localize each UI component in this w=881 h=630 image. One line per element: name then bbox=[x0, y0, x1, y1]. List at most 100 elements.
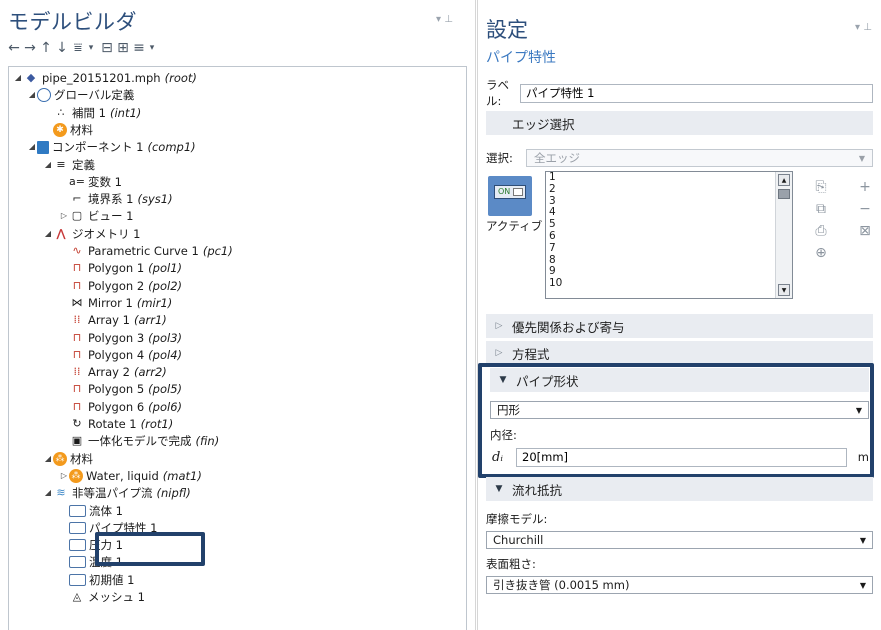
edge-list-item[interactable]: 2 bbox=[549, 183, 562, 196]
node-array-2[interactable]: ⁞⁞ Array 2 (arr2) bbox=[59, 364, 167, 380]
collapse-arrow-icon[interactable]: ◢ bbox=[13, 70, 23, 86]
settings-subtitle: パイプ特性 bbox=[486, 50, 556, 66]
node-polygon-2[interactable]: ⊓ Polygon 2 (pol2) bbox=[59, 278, 182, 294]
add-icon[interactable]: + bbox=[856, 176, 874, 198]
edge-list-item[interactable]: 7 bbox=[549, 242, 562, 255]
zoom-to-selection-icon[interactable]: ⊕ bbox=[812, 242, 830, 264]
node-water-liquid[interactable]: ▷ ⁂ Water, liquid (mat1) bbox=[59, 468, 202, 484]
node-global-definitions[interactable]: ◢ グローバル定義 bbox=[27, 87, 138, 103]
move-up-icon[interactable]: ↑ bbox=[40, 40, 52, 56]
expand-arrow-icon[interactable]: ▷ bbox=[59, 468, 69, 484]
collapse-arrow-icon[interactable]: ◢ bbox=[27, 87, 37, 103]
section-edge-selection[interactable]: エッジ選択 bbox=[486, 111, 873, 135]
edge-list-item[interactable]: 6 bbox=[549, 230, 562, 243]
collapse-arrow-icon[interactable]: ◢ bbox=[43, 485, 53, 501]
paste-selection-icon[interactable]: ⎘ bbox=[812, 176, 830, 198]
tree-node-tag: (nipfl) bbox=[156, 486, 191, 501]
node-global-materials[interactable]: ✱ 材料 bbox=[43, 122, 97, 138]
section-priority[interactable]: ▷ 優先関係および寄与 bbox=[486, 314, 873, 338]
surface-roughness-value: 引き抜き管 (0.0015 mm) bbox=[493, 578, 630, 592]
tree-node-tag: (pol5) bbox=[148, 382, 182, 397]
expand-arrow-icon[interactable]: ▷ bbox=[59, 208, 69, 224]
collapse-icon: ▼ bbox=[499, 375, 507, 385]
node-root[interactable]: ◢ ◆ pipe_20151201.mph (root) bbox=[13, 70, 197, 86]
node-parametric-curve[interactable]: ∿ Parametric Curve 1 (pc1) bbox=[59, 243, 232, 259]
edge-listbox[interactable]: 1 2 3 4 5 6 7 8 9 10 ▲ ▼ bbox=[545, 171, 793, 299]
inner-diameter-input[interactable] bbox=[516, 447, 847, 467]
tree-node-label: 材料 bbox=[70, 451, 93, 466]
node-geometry[interactable]: ◢ ⋀ ジオメトリ 1 bbox=[43, 226, 144, 242]
tree-node-tag: (fin) bbox=[195, 434, 220, 449]
node-interpolation[interactable]: ∴ 補間 1 (int1) bbox=[43, 105, 142, 121]
collapse-arrow-icon[interactable]: ◢ bbox=[43, 226, 53, 242]
pane-menu-icon[interactable]: ▾ ⊥ bbox=[436, 14, 453, 25]
polygon-icon: ⊓ bbox=[72, 347, 82, 361]
polygon-icon: ⊓ bbox=[72, 382, 82, 396]
tree-node-tag: (comp1) bbox=[147, 140, 196, 155]
back-arrow-icon[interactable]: ← bbox=[8, 40, 20, 56]
collapse-arrow-icon[interactable]: ◢ bbox=[27, 139, 37, 155]
node-component[interactable]: ◢ コンポーネント 1 (comp1) bbox=[27, 139, 196, 155]
node-definitions[interactable]: ◢ ≡ 定義 bbox=[43, 157, 99, 173]
list-view-icon[interactable]: ≡ bbox=[133, 40, 145, 56]
remove-icon[interactable]: − bbox=[856, 198, 874, 220]
clear-selection-icon[interactable]: ⊠ bbox=[856, 220, 874, 242]
node-polygon-1[interactable]: ⊓ Polygon 1 (pol1) bbox=[59, 260, 182, 276]
label-input[interactable] bbox=[520, 83, 873, 103]
section-equation[interactable]: ▷ 方程式 bbox=[486, 341, 873, 365]
copy-selection-icon[interactable]: ⧉ bbox=[812, 198, 830, 220]
rotate-icon: ↻ bbox=[72, 417, 82, 430]
selected-node-highlight bbox=[95, 532, 205, 566]
forward-arrow-icon[interactable]: → bbox=[24, 40, 36, 56]
node-variables[interactable]: a= 変数 1 bbox=[59, 174, 126, 190]
node-initial-values[interactable]: 初期値 1 bbox=[59, 572, 138, 588]
collapse-arrow-icon[interactable]: ◢ bbox=[43, 451, 53, 467]
clipboard-icon[interactable]: ⎙ bbox=[812, 220, 830, 242]
expand-all-icon[interactable]: ⊞ bbox=[117, 40, 129, 56]
tree-node-label: ジオメトリ 1 bbox=[72, 226, 141, 241]
section-flow-resistance[interactable]: ▼ 流れ抵抗 bbox=[486, 477, 873, 501]
move-down-icon[interactable]: ↓ bbox=[56, 40, 68, 56]
scroll-thumb[interactable] bbox=[778, 189, 790, 199]
node-form-union[interactable]: ▣ 一体化モデルで完成 (fin) bbox=[59, 433, 219, 449]
edge-list-item[interactable]: 10 bbox=[549, 277, 562, 290]
list-view-dropdown-icon[interactable]: ▾ bbox=[146, 43, 158, 53]
selection-combo[interactable]: 全エッジ ▼ bbox=[526, 149, 873, 167]
collapse-all-icon[interactable]: ⊟ bbox=[101, 40, 113, 56]
selection-tools-col1: ⎘ ⧉ ⎙ ⊕ bbox=[812, 176, 830, 264]
material-icon: ⁂ bbox=[69, 468, 83, 483]
node-view[interactable]: ▷ ▢ ビュー 1 bbox=[59, 208, 137, 224]
active-toggle-button[interactable]: ON bbox=[488, 176, 532, 216]
node-nonisothermal-pipe-flow[interactable]: ◢ ≋ 非等温パイプ流 (nipfl) bbox=[43, 485, 191, 501]
section-priority-title: 優先関係および寄与 bbox=[512, 319, 625, 335]
model-tree[interactable]: ◢ ◆ pipe_20151201.mph (root) ◢ グローバル定義 ∴ 補間 1 (i… bbox=[8, 66, 467, 630]
label-row: ラベル: bbox=[486, 78, 873, 108]
settings-menu-icon[interactable]: ▾ ⊥ bbox=[855, 22, 872, 33]
scroll-up-icon[interactable]: ▲ bbox=[778, 174, 790, 186]
section-pipe-shape[interactable]: ▼ パイプ形状 bbox=[490, 368, 869, 392]
edge-list-scrollbar[interactable]: ▲ ▼ bbox=[775, 172, 792, 298]
node-rotate[interactable]: ↻ Rotate 1 (rot1) bbox=[59, 416, 173, 432]
node-boundary-system[interactable]: ⌐ 境界系 1 (sys1) bbox=[59, 191, 172, 207]
node-materials[interactable]: ◢ ⁂ 材料 bbox=[43, 451, 97, 467]
node-polygon-6[interactable]: ⊓ Polygon 6 (pol6) bbox=[59, 399, 182, 415]
node-polygon-5[interactable]: ⊓ Polygon 5 (pol5) bbox=[59, 381, 182, 397]
scroll-down-icon[interactable]: ▼ bbox=[778, 284, 790, 296]
friction-model-select[interactable]: Churchill ▼ bbox=[486, 531, 873, 549]
node-mesh[interactable]: ◬ メッシュ 1 bbox=[59, 589, 149, 605]
tree-node-tag: (pol1) bbox=[148, 261, 182, 276]
node-array-1[interactable]: ⁞⁞ Array 1 (arr1) bbox=[59, 312, 167, 328]
polygon-icon: ⊓ bbox=[72, 261, 82, 275]
node-mirror[interactable]: ⋈ Mirror 1 (mir1) bbox=[59, 295, 173, 311]
show-icon[interactable]: ⩸ bbox=[72, 40, 84, 56]
collapse-arrow-icon[interactable]: ◢ bbox=[43, 157, 53, 173]
node-polygon-3[interactable]: ⊓ Polygon 3 (pol3) bbox=[59, 330, 182, 346]
node-polygon-4[interactable]: ⊓ Polygon 4 (pol4) bbox=[59, 347, 182, 363]
surface-roughness-select[interactable]: 引き抜き管 (0.0015 mm) ▼ bbox=[486, 576, 873, 594]
pipe-shape-select[interactable]: 円形 ▼ bbox=[490, 401, 869, 419]
tree-node-label: Rotate 1 bbox=[88, 417, 137, 431]
show-dropdown-icon[interactable]: ▾ bbox=[85, 43, 97, 53]
node-fluid[interactable]: 流体 1 bbox=[59, 503, 127, 519]
tree-node-tag: (pol4) bbox=[148, 347, 182, 362]
pipe-flow-icon: ≋ bbox=[56, 486, 66, 500]
